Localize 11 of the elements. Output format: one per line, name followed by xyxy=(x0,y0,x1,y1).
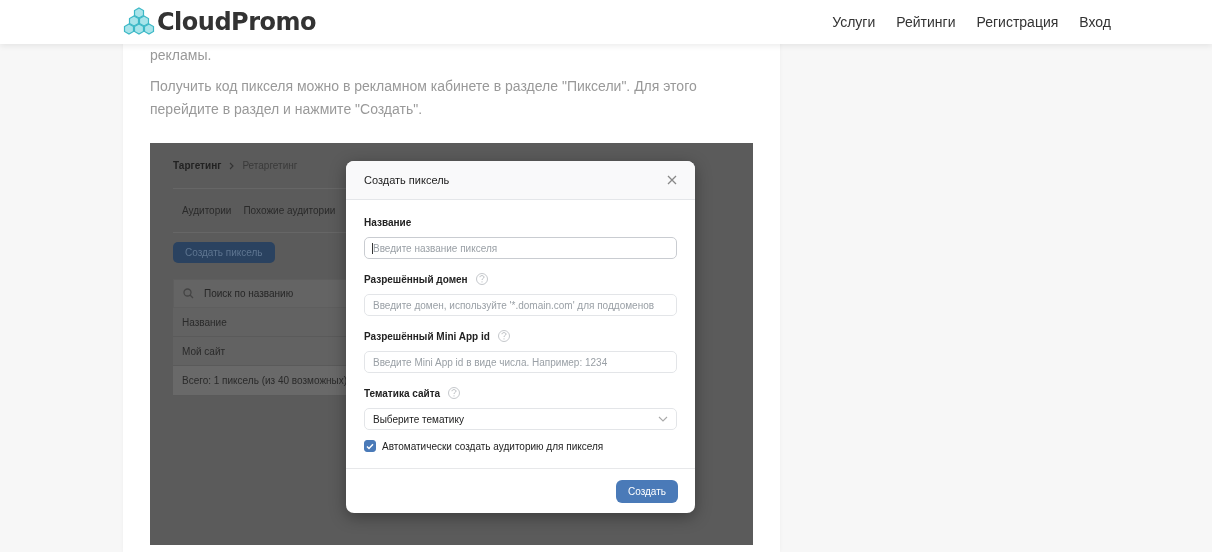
paragraph: рекламы. xyxy=(150,46,213,65)
total-count: Всего: 1 пиксель (из 40 возможных) xyxy=(182,375,348,386)
breadcrumb-item: Таргетинг xyxy=(173,160,222,171)
field-label: Разрешённый домен xyxy=(364,273,468,285)
field-label: Разрешённый Mini App id xyxy=(364,330,490,342)
checkbox-label: Автоматически создать аудиторию для пикселя xyxy=(382,440,604,452)
paragraph: Получить код пикселя можно в рекламном кабинете в разделе "Пиксели". Для этого перейдите в раздел и нажмите "Создать". xyxy=(150,77,698,119)
field-label: Тематика сайта xyxy=(364,387,441,399)
column-header: Название xyxy=(182,316,227,328)
dialog-title: Создать пиксель xyxy=(364,174,450,186)
field-label: Название xyxy=(364,216,412,228)
